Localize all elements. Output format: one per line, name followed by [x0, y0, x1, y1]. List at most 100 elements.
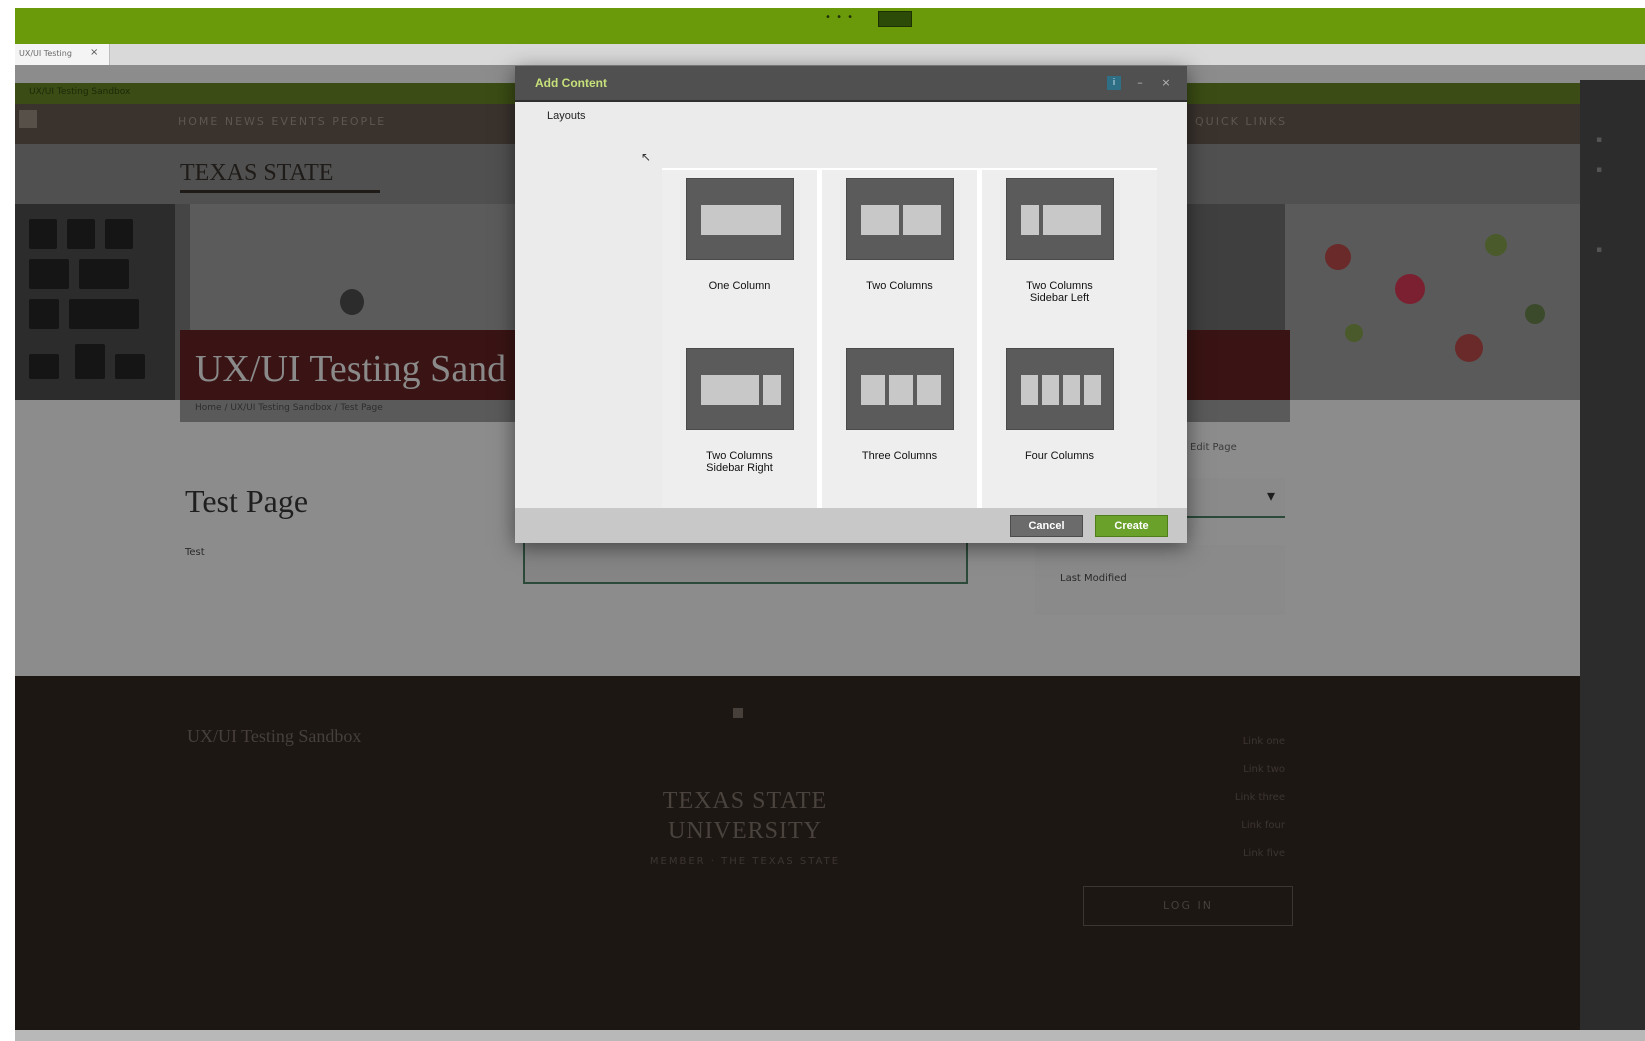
keyboard-key [69, 299, 139, 329]
layout-column-block [1021, 375, 1038, 405]
layout-column-block [889, 375, 913, 405]
menu-icon[interactable] [19, 110, 37, 128]
keyboard-key [29, 354, 59, 379]
layout-column-block [861, 375, 885, 405]
layout-label: Three Columns [861, 450, 938, 462]
admin-side-icon[interactable]: ▪ [1596, 245, 1602, 255]
close-icon[interactable]: × [1159, 76, 1173, 90]
sidebar-left-layout-icon [1006, 178, 1114, 260]
hero-title: UX/UI Testing Sand [195, 348, 507, 390]
page-text-field[interactable] [523, 540, 968, 584]
site-nav-items-right[interactable]: QUICK LINKS [1195, 115, 1287, 128]
layout-column-block [1042, 375, 1059, 405]
footer-logo[interactable]: TEXAS STATE UNIVERSITY [605, 786, 885, 846]
keyboard-key [115, 354, 145, 379]
tab-close-icon[interactable]: × [90, 47, 98, 58]
layout-column-block [1084, 375, 1101, 405]
breadcrumb[interactable]: Home / UX/UI Testing Sandbox / Test Page [195, 403, 383, 413]
right-panel-box: Last Modified [1035, 545, 1285, 615]
page-subtitle: Test [185, 547, 205, 558]
page-bottom-strip [15, 1030, 1645, 1041]
layout-label: One Column [708, 280, 771, 292]
flower-shape [1395, 274, 1425, 304]
browser-tab[interactable]: UX/UI Testing × [15, 44, 110, 65]
minimize-icon[interactable]: – [1133, 76, 1147, 90]
layout-column-block [701, 375, 760, 405]
layout-label: Four Columns [1024, 450, 1095, 462]
browser-title-bar: • • • [15, 8, 1645, 44]
dialog-title-bar[interactable]: Add Content i – × [515, 66, 1187, 102]
footer-title: UX/UI Testing Sandbox [187, 726, 362, 746]
footer-link[interactable]: Link three [1105, 784, 1285, 812]
page-title: Test Page [185, 483, 309, 519]
footer-logo-line1: TEXAS STATE [662, 788, 828, 814]
keyboard-key [67, 219, 95, 249]
footer-link[interactable]: Link five [1105, 840, 1285, 868]
keyboard-key [79, 259, 129, 289]
keyboard-key [29, 299, 59, 329]
dialog-body: ↖ One Column Two Columns Two Columns Sid… [515, 126, 1187, 521]
layout-label: Two Columns Sidebar Right [706, 450, 773, 474]
site-logo[interactable]: TEXAS STATE [180, 160, 333, 187]
layout-option-one-column[interactable]: One Column [662, 168, 817, 336]
layout-column-block [917, 375, 941, 405]
three-columns-layout-icon [846, 348, 954, 430]
laptop-image [190, 204, 565, 334]
footer-logo-line2: UNIVERSITY [668, 818, 822, 844]
layout-grid: One Column Two Columns Two Columns Sideb… [662, 168, 1157, 510]
right-panel-box-text: Last Modified [1060, 573, 1127, 584]
flower-shape [1325, 244, 1351, 270]
four-columns-layout-icon [1006, 348, 1114, 430]
footer-link[interactable]: Link two [1105, 756, 1285, 784]
sidebar-right-layout-icon [686, 348, 794, 430]
layout-column-block [1021, 205, 1039, 235]
floral-image [1285, 204, 1580, 400]
layout-label: Two Columns [866, 280, 933, 292]
layout-option-two-columns[interactable]: Two Columns [822, 168, 977, 336]
layout-column-block [1042, 205, 1101, 235]
layout-option-two-columns-sidebar-left[interactable]: Two Columns Sidebar Left [982, 168, 1137, 336]
site-top-strip-text: UX/UI Testing Sandbox [29, 87, 131, 97]
keyboard-key [105, 219, 133, 249]
admin-side-strip: ▪ ▪ ▪ [1580, 80, 1645, 1041]
dialog-controls: i – × [1107, 76, 1173, 90]
footer-links: Link one Link two Link three Link four L… [1105, 728, 1285, 868]
one-column-layout-icon [686, 178, 794, 260]
footer-login-button[interactable]: LOG IN [1083, 886, 1293, 926]
dialog-tabs: Layouts [543, 104, 590, 126]
flower-shape [1525, 304, 1545, 324]
cancel-button[interactable]: Cancel [1010, 515, 1083, 537]
add-content-dialog: Add Content i – × Layouts ↖ One Column T… [515, 66, 1187, 543]
footer-link[interactable]: Link one [1105, 728, 1285, 756]
footer-link[interactable]: Link four [1105, 812, 1285, 840]
right-panel-label: Edit Page [1190, 442, 1237, 453]
site-footer: UX/UI Testing Sandbox TEXAS STATE UNIVER… [15, 676, 1580, 1041]
dialog-footer: Cancel Create [515, 508, 1187, 543]
mouse-cursor-icon: ↖ [641, 150, 652, 164]
layout-option-four-columns[interactable]: Four Columns [982, 338, 1137, 506]
window-control-button[interactable] [878, 11, 912, 27]
chevron-down-icon: ▾ [1266, 486, 1275, 505]
site-nav-items[interactable]: HOME NEWS EVENTS PEOPLE [178, 115, 386, 128]
flower-shape [1345, 324, 1363, 342]
keyboard-key [29, 219, 57, 249]
layout-column-block [1063, 375, 1080, 405]
browser-tab-label: UX/UI Testing [19, 49, 72, 58]
layout-column-block [861, 205, 899, 235]
admin-side-icon[interactable]: ▪ [1596, 135, 1602, 145]
flower-shape [1485, 234, 1507, 256]
layout-option-three-columns[interactable]: Three Columns [822, 338, 977, 506]
layout-column-block [701, 205, 781, 235]
footer-mark-icon [733, 708, 743, 718]
keyboard-key [29, 259, 69, 289]
keyboard-key [75, 344, 105, 379]
admin-side-icon[interactable]: ▪ [1596, 165, 1602, 175]
apple-logo-icon [340, 289, 364, 315]
dialog-title: Add Content [535, 76, 607, 90]
create-button[interactable]: Create [1095, 515, 1168, 537]
screen: • • • UX/UI Testing × UX/UI Testing Sand… [0, 0, 1645, 1041]
tab-layouts[interactable]: Layouts [543, 104, 590, 126]
info-icon[interactable]: i [1107, 76, 1121, 90]
layout-option-two-columns-sidebar-right[interactable]: Two Columns Sidebar Right [662, 338, 817, 506]
layout-label: Two Columns Sidebar Left [1026, 280, 1093, 304]
